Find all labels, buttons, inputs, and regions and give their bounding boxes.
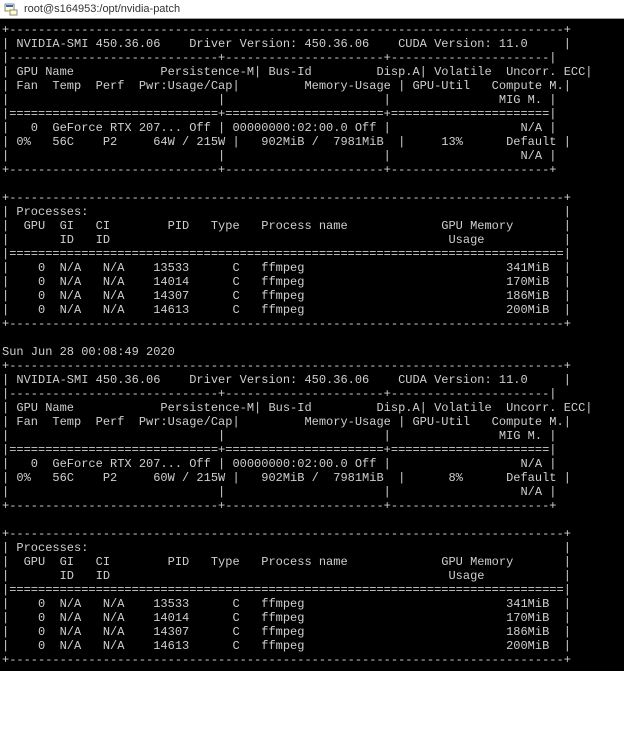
window-title: root@s164953:/opt/nvidia-patch xyxy=(24,3,180,15)
window-titlebar: root@s164953:/opt/nvidia-patch xyxy=(0,0,624,18)
putty-icon xyxy=(4,2,18,16)
terminal-output[interactable]: +---------------------------------------… xyxy=(0,18,624,671)
